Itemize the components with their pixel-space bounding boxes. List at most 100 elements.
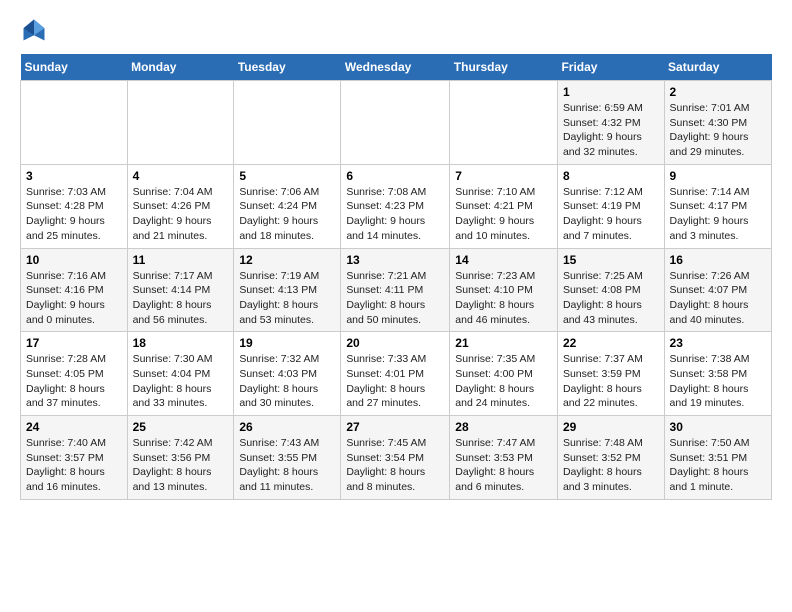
calendar-cell: 5 Sunrise: 7:06 AM Sunset: 4:24 PM Daylig… bbox=[234, 164, 341, 248]
calendar-cell: 2Sunrise: 7:01 AM Sunset: 4:30 PM Daylig… bbox=[664, 81, 771, 165]
calendar-cell: 18 Sunrise: 7:30 AM Sunset: 4:04 PM Dayli… bbox=[127, 332, 234, 416]
calendar-cell: 12 Sunrise: 7:19 AM Sunset: 4:13 PM Dayli… bbox=[234, 248, 341, 332]
day-number: 25 bbox=[133, 420, 229, 434]
day-info: Sunrise: 7:40 AM Sunset: 3:57 PM Dayligh… bbox=[26, 436, 122, 495]
calendar-cell bbox=[21, 81, 128, 165]
day-info: Sunrise: 7:45 AM Sunset: 3:54 PM Dayligh… bbox=[346, 436, 444, 495]
day-info: Sunrise: 7:03 AM Sunset: 4:28 PM Dayligh… bbox=[26, 185, 122, 244]
day-number: 14 bbox=[455, 253, 552, 267]
weekday-header: Saturday bbox=[664, 54, 771, 81]
calendar-cell: 16 Sunrise: 7:26 AM Sunset: 4:07 PM Dayli… bbox=[664, 248, 771, 332]
logo bbox=[20, 16, 52, 44]
calendar-cell: 28 Sunrise: 7:47 AM Sunset: 3:53 PM Dayli… bbox=[450, 416, 558, 500]
calendar-week-row: 1 Sunrise: 6:59 AM Sunset: 4:32 PM Daylig… bbox=[21, 81, 772, 165]
calendar-table: SundayMondayTuesdayWednesdayThursdayFrid… bbox=[20, 54, 772, 500]
calendar-cell bbox=[127, 81, 234, 165]
day-info: Sunrise: 6:59 AM Sunset: 4:32 PM Dayligh… bbox=[563, 101, 659, 160]
header bbox=[20, 16, 772, 44]
day-number: 26 bbox=[239, 420, 335, 434]
weekday-header: Monday bbox=[127, 54, 234, 81]
calendar-week-row: 3 Sunrise: 7:03 AM Sunset: 4:28 PM Daylig… bbox=[21, 164, 772, 248]
day-info: Sunrise: 7:47 AM Sunset: 3:53 PM Dayligh… bbox=[455, 436, 552, 495]
calendar-cell: 9 Sunrise: 7:14 AM Sunset: 4:17 PM Daylig… bbox=[664, 164, 771, 248]
day-number: 12 bbox=[239, 253, 335, 267]
day-info: Sunrise: 7:35 AM Sunset: 4:00 PM Dayligh… bbox=[455, 352, 552, 411]
day-number: 24 bbox=[26, 420, 122, 434]
day-number: 21 bbox=[455, 336, 552, 350]
calendar-cell: 25 Sunrise: 7:42 AM Sunset: 3:56 PM Dayli… bbox=[127, 416, 234, 500]
day-info: Sunrise: 7:06 AM Sunset: 4:24 PM Dayligh… bbox=[239, 185, 335, 244]
day-info: Sunrise: 7:12 AM Sunset: 4:19 PM Dayligh… bbox=[563, 185, 659, 244]
day-info: Sunrise: 7:37 AM Sunset: 3:59 PM Dayligh… bbox=[563, 352, 659, 411]
day-number: 5 bbox=[239, 169, 335, 183]
day-info: Sunrise: 7:08 AM Sunset: 4:23 PM Dayligh… bbox=[346, 185, 444, 244]
day-number: 19 bbox=[239, 336, 335, 350]
day-number: 1 bbox=[563, 85, 659, 99]
calendar-cell: 11 Sunrise: 7:17 AM Sunset: 4:14 PM Dayli… bbox=[127, 248, 234, 332]
weekday-header: Tuesday bbox=[234, 54, 341, 81]
day-info: Sunrise: 7:17 AM Sunset: 4:14 PM Dayligh… bbox=[133, 269, 229, 328]
day-number: 2 bbox=[670, 85, 766, 99]
calendar-cell: 1 Sunrise: 6:59 AM Sunset: 4:32 PM Daylig… bbox=[557, 81, 664, 165]
calendar-cell: 20 Sunrise: 7:33 AM Sunset: 4:01 PM Dayli… bbox=[341, 332, 450, 416]
day-info: Sunrise: 7:32 AM Sunset: 4:03 PM Dayligh… bbox=[239, 352, 335, 411]
day-number: 16 bbox=[670, 253, 766, 267]
day-number: 9 bbox=[670, 169, 766, 183]
day-number: 18 bbox=[133, 336, 229, 350]
day-number: 22 bbox=[563, 336, 659, 350]
calendar-cell: 23Sunrise: 7:38 AM Sunset: 3:58 PM Dayli… bbox=[664, 332, 771, 416]
day-info: Sunrise: 7:42 AM Sunset: 3:56 PM Dayligh… bbox=[133, 436, 229, 495]
weekday-header: Wednesday bbox=[341, 54, 450, 81]
day-number: 15 bbox=[563, 253, 659, 267]
calendar-cell: 29 Sunrise: 7:48 AM Sunset: 3:52 PM Dayli… bbox=[557, 416, 664, 500]
day-info: Sunrise: 7:28 AM Sunset: 4:05 PM Dayligh… bbox=[26, 352, 122, 411]
day-number: 29 bbox=[563, 420, 659, 434]
day-number: 3 bbox=[26, 169, 122, 183]
day-info: Sunrise: 7:19 AM Sunset: 4:13 PM Dayligh… bbox=[239, 269, 335, 328]
day-number: 20 bbox=[346, 336, 444, 350]
day-number: 30 bbox=[670, 420, 766, 434]
day-info: Sunrise: 7:43 AM Sunset: 3:55 PM Dayligh… bbox=[239, 436, 335, 495]
calendar-cell: 13Sunrise: 7:21 AM Sunset: 4:11 PM Dayli… bbox=[341, 248, 450, 332]
weekday-header: Sunday bbox=[21, 54, 128, 81]
day-info: Sunrise: 7:16 AM Sunset: 4:16 PM Dayligh… bbox=[26, 269, 122, 328]
day-info: Sunrise: 7:04 AM Sunset: 4:26 PM Dayligh… bbox=[133, 185, 229, 244]
calendar-cell bbox=[341, 81, 450, 165]
day-number: 7 bbox=[455, 169, 552, 183]
header-row: SundayMondayTuesdayWednesdayThursdayFrid… bbox=[21, 54, 772, 81]
calendar-cell: 19 Sunrise: 7:32 AM Sunset: 4:03 PM Dayli… bbox=[234, 332, 341, 416]
weekday-header: Friday bbox=[557, 54, 664, 81]
calendar-cell bbox=[234, 81, 341, 165]
day-info: Sunrise: 7:21 AM Sunset: 4:11 PM Dayligh… bbox=[346, 269, 444, 328]
calendar-cell: 22 Sunrise: 7:37 AM Sunset: 3:59 PM Dayli… bbox=[557, 332, 664, 416]
weekday-header: Thursday bbox=[450, 54, 558, 81]
calendar-cell: 8 Sunrise: 7:12 AM Sunset: 4:19 PM Daylig… bbox=[557, 164, 664, 248]
calendar-body: 1 Sunrise: 6:59 AM Sunset: 4:32 PM Daylig… bbox=[21, 81, 772, 500]
day-number: 4 bbox=[133, 169, 229, 183]
calendar-cell: 26 Sunrise: 7:43 AM Sunset: 3:55 PM Dayli… bbox=[234, 416, 341, 500]
day-info: Sunrise: 7:23 AM Sunset: 4:10 PM Dayligh… bbox=[455, 269, 552, 328]
day-number: 8 bbox=[563, 169, 659, 183]
logo-icon bbox=[20, 16, 48, 44]
calendar-week-row: 24 Sunrise: 7:40 AM Sunset: 3:57 PM Dayli… bbox=[21, 416, 772, 500]
day-number: 28 bbox=[455, 420, 552, 434]
calendar-cell: 17Sunrise: 7:28 AM Sunset: 4:05 PM Dayli… bbox=[21, 332, 128, 416]
day-info: Sunrise: 7:48 AM Sunset: 3:52 PM Dayligh… bbox=[563, 436, 659, 495]
calendar-cell: 27 Sunrise: 7:45 AM Sunset: 3:54 PM Dayli… bbox=[341, 416, 450, 500]
calendar-cell: 10 Sunrise: 7:16 AM Sunset: 4:16 PM Dayli… bbox=[21, 248, 128, 332]
calendar-week-row: 17Sunrise: 7:28 AM Sunset: 4:05 PM Dayli… bbox=[21, 332, 772, 416]
day-info: Sunrise: 7:14 AM Sunset: 4:17 PM Dayligh… bbox=[670, 185, 766, 244]
day-info: Sunrise: 7:33 AM Sunset: 4:01 PM Dayligh… bbox=[346, 352, 444, 411]
day-number: 27 bbox=[346, 420, 444, 434]
calendar-header: SundayMondayTuesdayWednesdayThursdayFrid… bbox=[21, 54, 772, 81]
calendar-cell: 3 Sunrise: 7:03 AM Sunset: 4:28 PM Daylig… bbox=[21, 164, 128, 248]
day-number: 11 bbox=[133, 253, 229, 267]
day-info: Sunrise: 7:30 AM Sunset: 4:04 PM Dayligh… bbox=[133, 352, 229, 411]
calendar-week-row: 10 Sunrise: 7:16 AM Sunset: 4:16 PM Dayli… bbox=[21, 248, 772, 332]
day-number: 10 bbox=[26, 253, 122, 267]
calendar-cell: 6Sunrise: 7:08 AM Sunset: 4:23 PM Daylig… bbox=[341, 164, 450, 248]
calendar-cell bbox=[450, 81, 558, 165]
day-info: Sunrise: 7:26 AM Sunset: 4:07 PM Dayligh… bbox=[670, 269, 766, 328]
day-info: Sunrise: 7:25 AM Sunset: 4:08 PM Dayligh… bbox=[563, 269, 659, 328]
day-info: Sunrise: 7:38 AM Sunset: 3:58 PM Dayligh… bbox=[670, 352, 766, 411]
